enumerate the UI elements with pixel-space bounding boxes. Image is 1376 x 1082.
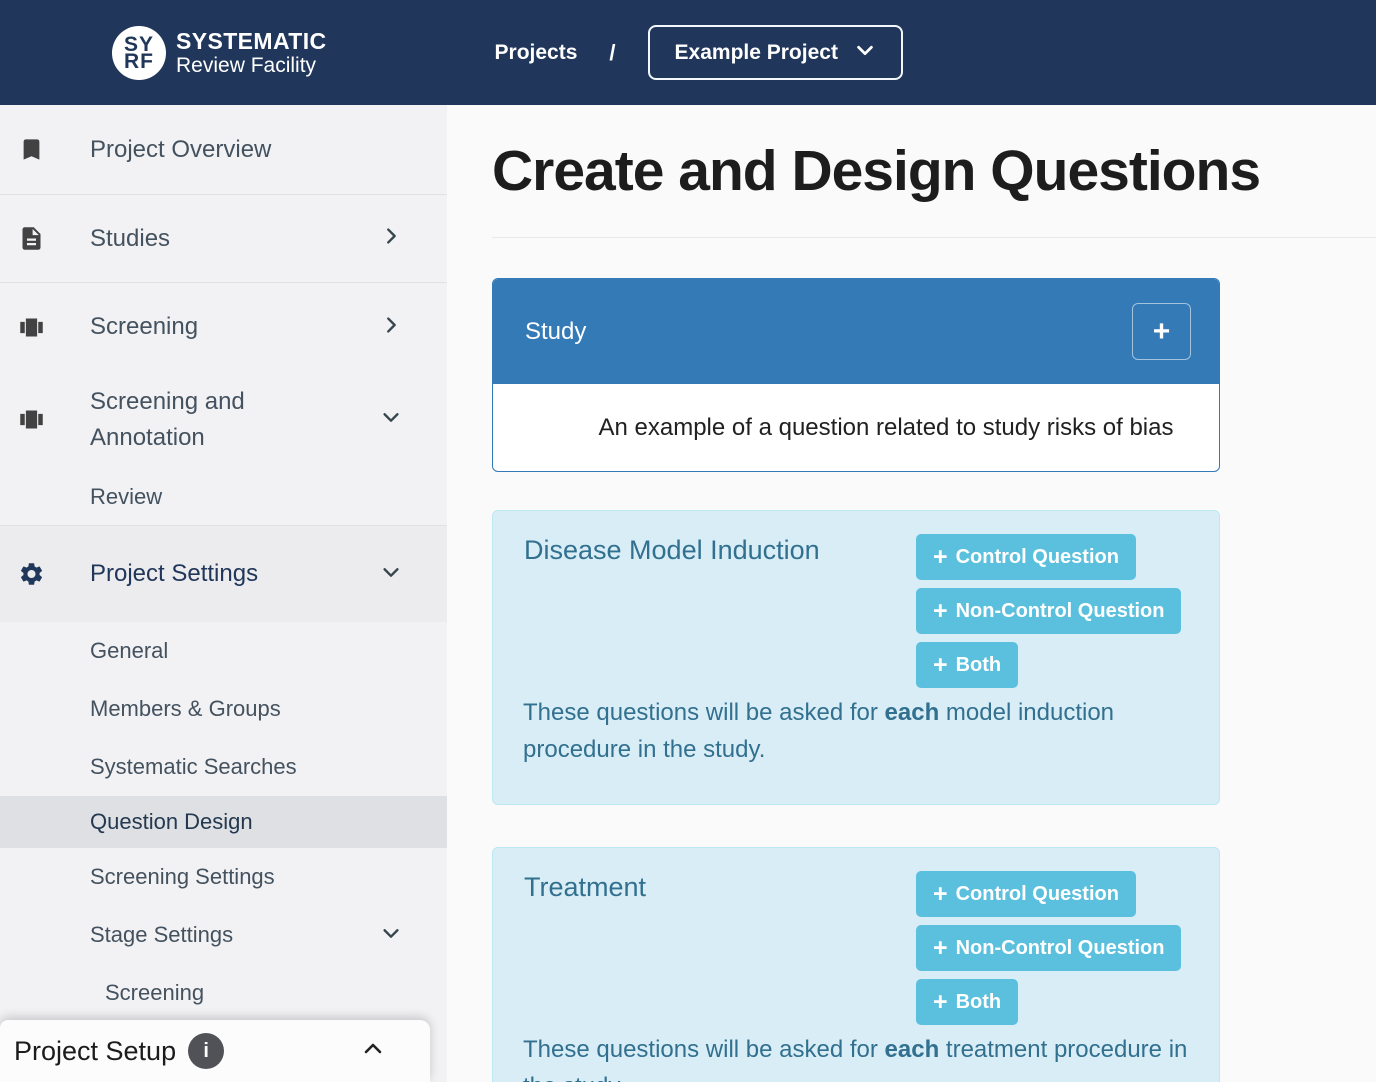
sidebar-item-label: General [90, 638, 168, 664]
page-title: Create and Design Questions [492, 138, 1376, 204]
plus-icon: + [933, 545, 948, 570]
button-label: Control Question [956, 883, 1119, 906]
add-both-question-button[interactable]: + Both [916, 642, 1018, 688]
add-both-question-button[interactable]: + Both [916, 979, 1018, 1025]
study-question-card: Study + An example of a question related… [492, 278, 1220, 472]
question-buttons: + Control Question + Non-Control Questio… [916, 871, 1181, 1025]
title-divider [492, 237, 1376, 238]
logo-monogram-bottom: RF [124, 53, 154, 70]
disease-model-induction-card: Disease Model Induction + Control Questi… [492, 510, 1220, 805]
sidebar-item-screening-settings[interactable]: Screening Settings [0, 848, 447, 906]
chevron-down-icon [380, 561, 402, 588]
logo-text: SYSTEMATIC Review Facility [176, 29, 327, 77]
sidebar-item-label: Stage Settings [90, 922, 233, 948]
plus-icon: + [933, 936, 948, 961]
sidebar-item-project-overview[interactable]: Project Overview [0, 105, 447, 195]
description-text: These questions will be asked for [523, 699, 885, 726]
breadcrumb: Projects / Example Project [495, 25, 903, 80]
add-non-control-question-button[interactable]: + Non-Control Question [916, 925, 1181, 971]
plus-icon: + [933, 990, 948, 1015]
sidebar-item-label: Project Settings [90, 560, 258, 588]
project-selector-label: Example Project [675, 41, 838, 65]
description-text: These questions will be asked for [523, 1036, 885, 1063]
sidebar-item-label: Studies [90, 225, 170, 253]
sidebar-item-label: Screening [90, 313, 198, 341]
logo-title-line1: SYSTEMATIC [176, 29, 327, 54]
project-selector-button[interactable]: Example Project [648, 25, 903, 80]
sidebar-item-screening[interactable]: Screening [0, 283, 447, 371]
button-label: Both [956, 654, 1002, 677]
sidebar-item-project-settings[interactable]: Project Settings [0, 526, 447, 622]
study-question-text: An example of a question related to stud… [599, 414, 1174, 442]
sidebar-item-label: Review [90, 484, 162, 510]
category-title: Disease Model Induction [524, 535, 820, 566]
sidebar-item-stage-settings[interactable]: Stage Settings [0, 906, 447, 964]
study-question-row[interactable]: An example of a question related to stud… [493, 384, 1219, 471]
sidebar-item-review[interactable]: Review [0, 468, 447, 526]
chevron-right-icon [380, 225, 402, 252]
sidebar-item-label: Screening and Annotation [90, 384, 305, 456]
sidebar-item-label: Question Design [90, 809, 253, 835]
main-content: Create and Design Questions Study + An e… [447, 105, 1376, 1082]
app-header: SY RF SYSTEMATIC Review Facility Project… [0, 0, 1376, 105]
button-label: Control Question [956, 546, 1119, 569]
info-icon[interactable]: i [188, 1033, 224, 1069]
chevron-down-icon [380, 922, 402, 949]
gear-icon [18, 561, 45, 588]
study-card-title: Study [525, 318, 1132, 346]
study-card-header: Study + [493, 279, 1219, 384]
button-label: Both [956, 991, 1002, 1014]
plus-icon: + [933, 882, 948, 907]
add-study-question-button[interactable]: + [1132, 303, 1191, 360]
plus-icon: + [933, 599, 948, 624]
sidebar-item-label: Project Overview [90, 136, 271, 164]
bookmark-icon [18, 136, 45, 163]
logo-title-line2: Review Facility [176, 54, 327, 77]
sidebar-item-label: Screening Settings [90, 864, 275, 890]
category-description: These questions will be asked for each m… [523, 694, 1188, 768]
sidebar-item-label: Members & Groups [90, 696, 281, 722]
chevron-down-icon [380, 406, 402, 433]
description-emphasis: each [885, 1036, 940, 1063]
sidebar-item-studies[interactable]: Studies [0, 195, 447, 283]
plus-icon: + [933, 653, 948, 678]
sidebar: Project Overview Studies Screening Scree… [0, 105, 447, 1082]
breadcrumb-projects-link[interactable]: Projects [495, 41, 578, 65]
add-non-control-question-button[interactable]: + Non-Control Question [916, 588, 1181, 634]
app-logo[interactable]: SY RF SYSTEMATIC Review Facility [112, 26, 327, 80]
project-setup-panel-header[interactable]: Project Setup i [0, 1020, 430, 1082]
carousel-icon [18, 314, 45, 341]
question-buttons: + Control Question + Non-Control Questio… [916, 534, 1181, 688]
sidebar-item-stage-screening[interactable]: Screening [0, 964, 447, 1022]
sidebar-item-general[interactable]: General [0, 622, 447, 680]
add-control-question-button[interactable]: + Control Question [916, 534, 1136, 580]
sidebar-item-label: Screening [105, 980, 204, 1006]
add-control-question-button[interactable]: + Control Question [916, 871, 1136, 917]
chevron-down-icon [854, 39, 876, 66]
document-icon [18, 225, 45, 252]
button-label: Non-Control Question [956, 600, 1165, 623]
carousel-icon [18, 406, 45, 433]
project-setup-label: Project Setup [14, 1036, 176, 1067]
chevron-up-icon [361, 1037, 385, 1066]
sidebar-item-label: Systematic Searches [90, 754, 297, 780]
category-description: These questions will be asked for each t… [523, 1031, 1188, 1082]
treatment-card: Treatment + Control Question + Non-Contr… [492, 847, 1220, 1082]
category-title: Treatment [524, 872, 646, 903]
syrf-logo-icon: SY RF [112, 26, 166, 80]
description-emphasis: each [885, 699, 940, 726]
sidebar-item-question-design[interactable]: Question Design [0, 796, 447, 848]
sidebar-item-screening-and-annotation[interactable]: Screening and Annotation [0, 371, 447, 468]
sidebar-item-systematic-searches[interactable]: Systematic Searches [0, 738, 447, 796]
sidebar-item-members-groups[interactable]: Members & Groups [0, 680, 447, 738]
chevron-right-icon [380, 314, 402, 341]
breadcrumb-separator: / [609, 40, 615, 66]
button-label: Non-Control Question [956, 937, 1165, 960]
